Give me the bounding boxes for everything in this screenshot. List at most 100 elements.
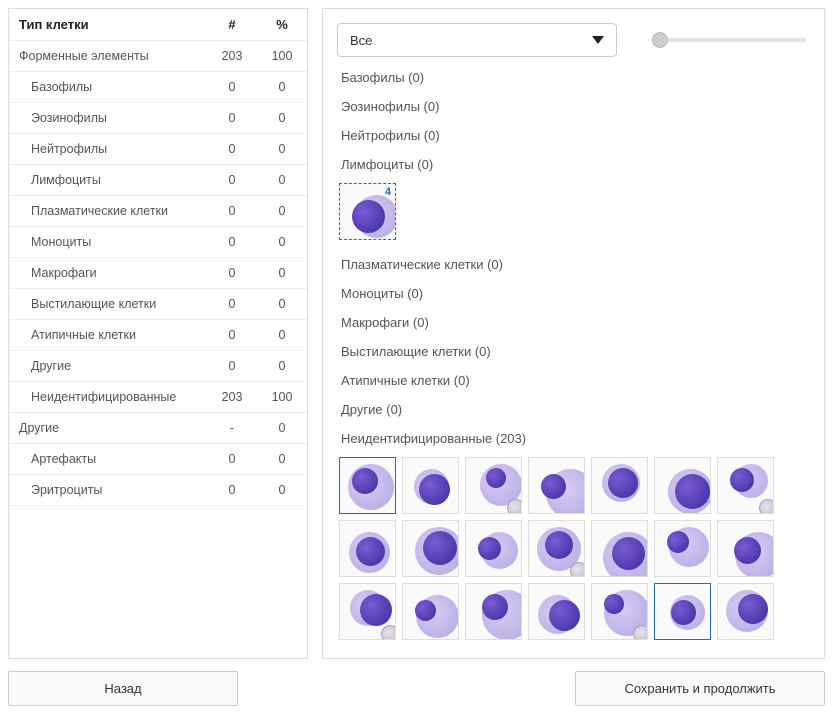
- cell-percent: 0: [257, 351, 307, 382]
- back-button[interactable]: Назад: [8, 671, 238, 706]
- cell-type-label: Макрофаги: [9, 258, 207, 289]
- cell-count: 0: [207, 103, 257, 134]
- cell-type-label: Артефакты: [9, 444, 207, 475]
- cell-thumbnail[interactable]: [528, 520, 585, 577]
- cell-type-label: Нейтрофилы: [9, 134, 207, 165]
- slider-thumb[interactable]: [652, 32, 668, 48]
- cell-thumbnail[interactable]: [339, 520, 396, 577]
- cell-type-label: Эритроциты: [9, 475, 207, 506]
- cell-thumbnail[interactable]: [717, 520, 774, 577]
- cell-thumbnail[interactable]: [591, 520, 648, 577]
- cell-type-label: Базофилы: [9, 72, 207, 103]
- chevron-down-icon: [592, 36, 604, 44]
- cell-type-label: Форменные элементы: [9, 41, 207, 72]
- group-label: Моноциты (0): [337, 279, 814, 308]
- table-row[interactable]: Моноциты00: [9, 227, 307, 258]
- cell-count: 0: [207, 444, 257, 475]
- table-row[interactable]: Артефакты00: [9, 444, 307, 475]
- cell-percent: 0: [257, 72, 307, 103]
- cell-thumbnail[interactable]: [528, 457, 585, 514]
- table-row[interactable]: Выстилающие клетки00: [9, 289, 307, 320]
- cell-thumbnail[interactable]: [591, 583, 648, 640]
- gallery-panel: Все Базофилы (0)Эозинофилы (0)Нейтрофилы…: [322, 8, 825, 659]
- cell-percent: 0: [257, 475, 307, 506]
- cell-percent: 0: [257, 134, 307, 165]
- cell-count: 0: [207, 289, 257, 320]
- thumbnail-row: 4: [337, 179, 814, 250]
- group-label: Атипичные клетки (0): [337, 366, 814, 395]
- table-row[interactable]: Эозинофилы00: [9, 103, 307, 134]
- filter-dropdown[interactable]: Все: [337, 23, 617, 57]
- thumbnail-row: [337, 453, 814, 650]
- cell-count: 0: [207, 196, 257, 227]
- cell-thumbnail[interactable]: [717, 457, 774, 514]
- table-row[interactable]: Макрофаги00: [9, 258, 307, 289]
- cell-type-label: Эозинофилы: [9, 103, 207, 134]
- cell-thumbnail[interactable]: [465, 583, 522, 640]
- table-row[interactable]: Лимфоциты00: [9, 165, 307, 196]
- table-row[interactable]: Неидентифицированные203100: [9, 382, 307, 413]
- cell-thumbnail[interactable]: [465, 520, 522, 577]
- cell-percent: 0: [257, 258, 307, 289]
- cell-percent: 0: [257, 227, 307, 258]
- group-label: Выстилающие клетки (0): [337, 337, 814, 366]
- col-header-type: Тип клетки: [9, 9, 207, 41]
- cell-thumbnail[interactable]: [717, 583, 774, 640]
- cell-type-table: Тип клетки # % Форменные элементы203100Б…: [9, 9, 307, 506]
- table-row[interactable]: Форменные элементы203100: [9, 41, 307, 72]
- cell-percent: 0: [257, 165, 307, 196]
- cell-count: 0: [207, 475, 257, 506]
- cell-count: 0: [207, 72, 257, 103]
- table-row[interactable]: Нейтрофилы00: [9, 134, 307, 165]
- cell-thumbnail[interactable]: [528, 583, 585, 640]
- cell-percent: 100: [257, 41, 307, 72]
- cell-thumbnail[interactable]: 4: [339, 183, 396, 240]
- table-row[interactable]: Атипичные клетки00: [9, 320, 307, 351]
- group-label: Нейтрофилы (0): [337, 121, 814, 150]
- cell-count: 0: [207, 134, 257, 165]
- cell-type-label: Выстилающие клетки: [9, 289, 207, 320]
- table-row[interactable]: Другие-0: [9, 413, 307, 444]
- zoom-slider[interactable]: [657, 38, 806, 42]
- cell-percent: 0: [257, 196, 307, 227]
- cell-thumbnail[interactable]: [339, 583, 396, 640]
- group-label: Эозинофилы (0): [337, 92, 814, 121]
- cell-thumbnail[interactable]: [402, 520, 459, 577]
- cell-percent: 0: [257, 103, 307, 134]
- cell-count: 203: [207, 41, 257, 72]
- cell-thumbnail[interactable]: [654, 583, 711, 640]
- group-label: Лимфоциты (0): [337, 150, 814, 179]
- cell-thumbnail[interactable]: [339, 457, 396, 514]
- cell-type-table-panel: Тип клетки # % Форменные элементы203100Б…: [8, 8, 308, 659]
- cell-percent: 100: [257, 382, 307, 413]
- group-label: Плазматические клетки (0): [337, 250, 814, 279]
- group-label: Другие (0): [337, 395, 814, 424]
- save-continue-button[interactable]: Сохранить и продолжить: [575, 671, 825, 706]
- thumbnail-badge: 4: [385, 186, 391, 198]
- table-row[interactable]: Базофилы00: [9, 72, 307, 103]
- cell-type-label: Другие: [9, 351, 207, 382]
- cell-count: 0: [207, 165, 257, 196]
- cell-type-label: Неидентифицированные: [9, 382, 207, 413]
- cell-thumbnail[interactable]: [591, 457, 648, 514]
- gallery-scroll-area[interactable]: Базофилы (0)Эозинофилы (0)Нейтрофилы (0)…: [337, 63, 820, 650]
- cell-thumbnail[interactable]: [654, 520, 711, 577]
- slider-track: [657, 38, 806, 42]
- cell-count: 0: [207, 258, 257, 289]
- group-label: Неидентифицированные (203): [337, 424, 814, 453]
- cell-count: 0: [207, 351, 257, 382]
- cell-thumbnail[interactable]: [402, 583, 459, 640]
- cell-percent: 0: [257, 289, 307, 320]
- table-row[interactable]: Эритроциты00: [9, 475, 307, 506]
- cell-thumbnail[interactable]: [654, 457, 711, 514]
- table-row[interactable]: Плазматические клетки00: [9, 196, 307, 227]
- cell-percent: 0: [257, 413, 307, 444]
- cell-percent: 0: [257, 444, 307, 475]
- cell-type-label: Другие: [9, 413, 207, 444]
- cell-thumbnail[interactable]: [465, 457, 522, 514]
- filter-selected-label: Все: [350, 33, 372, 48]
- cell-thumbnail[interactable]: [402, 457, 459, 514]
- cell-count: 203: [207, 382, 257, 413]
- cell-count: 0: [207, 227, 257, 258]
- table-row[interactable]: Другие00: [9, 351, 307, 382]
